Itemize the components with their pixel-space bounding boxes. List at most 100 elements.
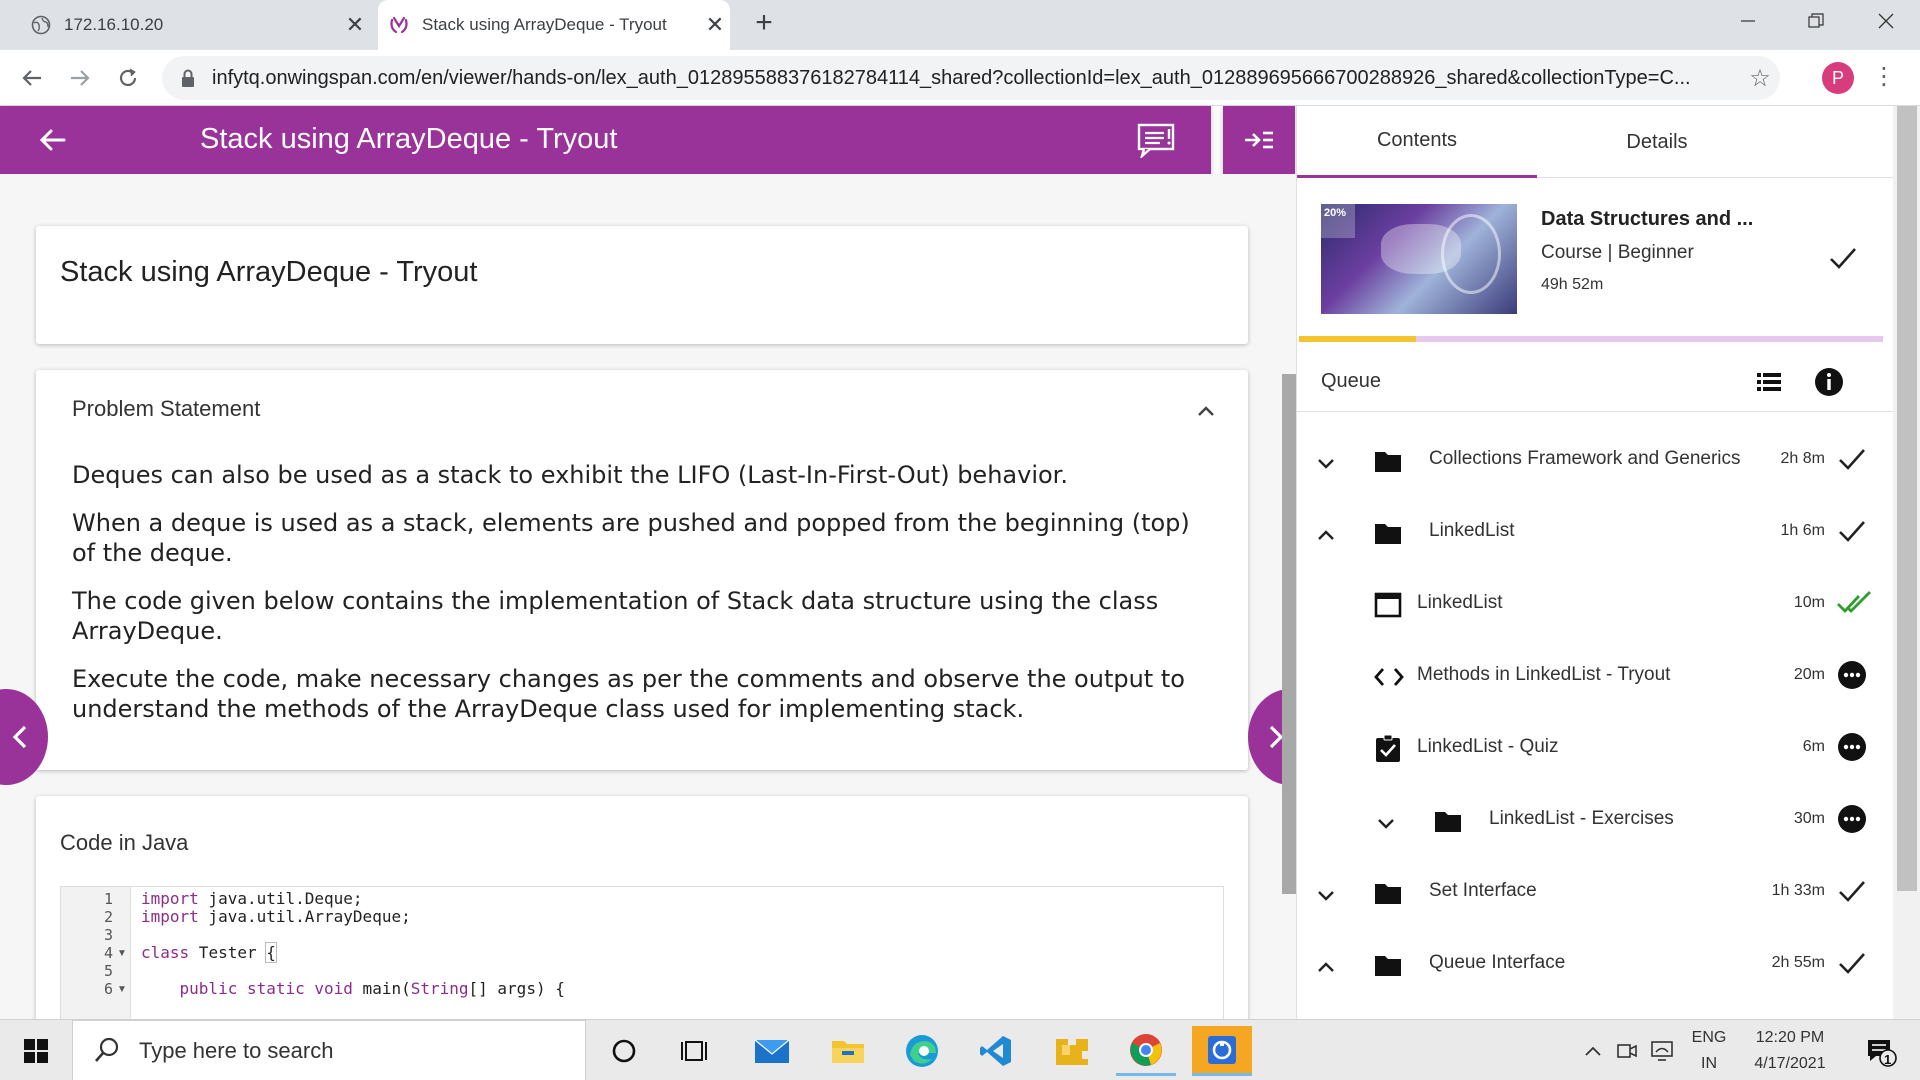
- new-tab-button[interactable]: +: [748, 6, 780, 40]
- more-icon[interactable]: [1837, 804, 1867, 834]
- chevron-up-icon[interactable]: [1315, 524, 1337, 546]
- close-window-icon[interactable]: [1856, 0, 1916, 42]
- minimize-icon[interactable]: [1718, 0, 1778, 42]
- back-arrow-icon[interactable]: [36, 123, 70, 157]
- list-item-duration: 6m: [1802, 738, 1825, 755]
- keyboard-region: IN: [1701, 1054, 1717, 1072]
- browser-tab-inactive[interactable]: 172.16.10.20 ✕: [0, 0, 370, 50]
- checkmark-icon: [1827, 242, 1859, 274]
- chevron-up-icon[interactable]: [1578, 1020, 1608, 1080]
- course-thumbnail[interactable]: 20%: [1321, 204, 1517, 314]
- list-item-duration: 2h 8m: [1780, 450, 1825, 467]
- problem-statement-card: Problem Statement Deques can also be use…: [36, 370, 1248, 770]
- more-icon[interactable]: [1837, 732, 1867, 762]
- viewer-title: Stack using ArrayDeque - Tryout: [200, 123, 618, 155]
- lock-icon: [180, 68, 200, 88]
- browser-menu-icon[interactable]: ⋮: [1872, 62, 1896, 91]
- tab-details[interactable]: Details: [1537, 106, 1777, 178]
- list-item[interactable]: Collections Framework and Generics 2h 8m: [1297, 426, 1893, 498]
- code-line: import java.util.ArrayDeque;: [141, 907, 411, 926]
- mail-icon[interactable]: [742, 1026, 802, 1076]
- reload-icon[interactable]: [110, 60, 146, 96]
- chevron-up-icon[interactable]: [1315, 956, 1337, 978]
- folder-icon: [1373, 446, 1403, 476]
- wingspan-favicon-icon: [388, 14, 410, 36]
- sidebar-scrollbar[interactable]: [1893, 106, 1920, 1019]
- forward-arrow-icon[interactable]: [62, 60, 98, 96]
- meet-now-icon[interactable]: [1612, 1020, 1642, 1080]
- queue-row: Queue: [1297, 352, 1893, 412]
- language-indicator[interactable]: ENG IN: [1686, 1020, 1732, 1080]
- back-arrow-icon[interactable]: [14, 60, 50, 96]
- network-icon[interactable]: [1646, 1020, 1680, 1080]
- folder-icon: [1433, 806, 1463, 836]
- list-item[interactable]: LinkedList 1h 6m: [1297, 498, 1893, 570]
- tab-contents[interactable]: Contents: [1297, 106, 1537, 178]
- system-clock[interactable]: 12:20 PM 4/17/2021: [1740, 1020, 1840, 1080]
- chevron-left-icon: [12, 725, 27, 749]
- list-item[interactable]: Set Interface 1h 33m: [1297, 858, 1893, 930]
- scrollbar-thumb[interactable]: [1897, 106, 1917, 891]
- puzzle-app-icon[interactable]: [1042, 1026, 1102, 1076]
- chevron-down-icon[interactable]: [1315, 884, 1337, 906]
- edge-browser-icon[interactable]: [892, 1026, 952, 1076]
- list-item-label: Set Interface: [1429, 880, 1537, 901]
- browser-tab-strip: 172.16.10.20 ✕ Stack using ArrayDeque - …: [0, 0, 1920, 50]
- list-item[interactable]: LinkedList - Quiz 6m: [1297, 714, 1893, 786]
- search-placeholder: Type here to search: [139, 1037, 334, 1063]
- list-item-duration: 1h 33m: [1771, 882, 1825, 899]
- task-view-icon[interactable]: [664, 1026, 724, 1076]
- list-item-label: LinkedList - Exercises: [1489, 808, 1674, 829]
- more-icon[interactable]: [1837, 660, 1867, 690]
- list-item-duration: 10m: [1793, 594, 1825, 611]
- course-progress-bar: [1299, 336, 1883, 342]
- profile-avatar[interactable]: P: [1822, 62, 1854, 94]
- list-item-duration: 20m: [1793, 666, 1825, 683]
- chrome-icon[interactable]: [1116, 1026, 1176, 1076]
- list-item[interactable]: LinkedList 10m: [1297, 570, 1893, 642]
- course-meta: Course | Beginner: [1541, 242, 1694, 263]
- tab-close-icon[interactable]: ✕: [700, 12, 730, 38]
- globe-icon: [30, 14, 52, 36]
- tab-close-icon[interactable]: ✕: [340, 12, 370, 38]
- problem-paragraph: Deques can also be used as a stack to ex…: [72, 461, 1068, 489]
- collapse-sidebar-button[interactable]: [1223, 106, 1295, 174]
- list-item[interactable]: LinkedList - Exercises 30m: [1297, 786, 1893, 858]
- problem-paragraph: The code given below contains the implem…: [72, 587, 1159, 645]
- chevron-down-icon[interactable]: [1375, 812, 1397, 834]
- content-scrollbar-thumb[interactable]: [1282, 374, 1296, 894]
- chevron-down-icon[interactable]: [1315, 452, 1337, 474]
- info-icon[interactable]: [1813, 366, 1845, 398]
- windows-start-icon[interactable]: [0, 1020, 72, 1080]
- vscode-icon[interactable]: [966, 1026, 1026, 1076]
- list-item[interactable]: Queue Interface 2h 55m: [1297, 930, 1893, 1002]
- fold-arrow-icon[interactable]: ▼: [117, 948, 127, 959]
- browser-tab-active[interactable]: Stack using ArrayDeque - Tryout ✕: [378, 0, 730, 50]
- line-number: 6: [103, 980, 113, 998]
- code-card: Code in Java 1 2 3 4 ▼ 5 6 ▼ import java…: [36, 796, 1248, 1019]
- course-duration: 49h 52m: [1541, 276, 1604, 293]
- language-code: ENG: [1691, 1028, 1727, 1046]
- restore-icon[interactable]: [1786, 0, 1846, 42]
- chevron-up-icon[interactable]: [1194, 400, 1218, 424]
- list-view-icon[interactable]: [1755, 368, 1785, 398]
- notification-center-icon[interactable]: 1: [1856, 1020, 1906, 1080]
- cortana-icon[interactable]: [594, 1026, 654, 1076]
- taskbar-search-input[interactable]: Type here to search: [72, 1020, 586, 1080]
- main-content: Stack using ArrayDeque - Tryout Problem …: [0, 174, 1296, 1019]
- bookmark-star-icon[interactable]: ☆: [1740, 64, 1780, 93]
- fold-arrow-icon[interactable]: ▼: [117, 984, 127, 995]
- list-item[interactable]: Methods in LinkedList - Tryout 20m: [1297, 642, 1893, 714]
- snipping-tool-icon[interactable]: [1192, 1026, 1252, 1076]
- quiz-icon: [1373, 734, 1403, 764]
- url-input[interactable]: infytq.onwingspan.com/en/viewer/hands-on…: [162, 56, 1780, 100]
- list-item-label: LinkedList: [1429, 520, 1515, 541]
- collapse-right-icon: [1245, 131, 1273, 149]
- code-editor[interactable]: 1 2 3 4 ▼ 5 6 ▼ import java.util.Deque; …: [60, 886, 1224, 1019]
- file-explorer-icon[interactable]: [818, 1026, 878, 1076]
- course-thumb-badge: 20%: [1321, 204, 1355, 238]
- feedback-icon[interactable]: [1136, 122, 1176, 160]
- course-title[interactable]: Data Structures and ...: [1541, 208, 1753, 231]
- tab-title: Stack using ArrayDeque - Tryout: [422, 15, 667, 34]
- list-item-duration: 30m: [1793, 810, 1825, 827]
